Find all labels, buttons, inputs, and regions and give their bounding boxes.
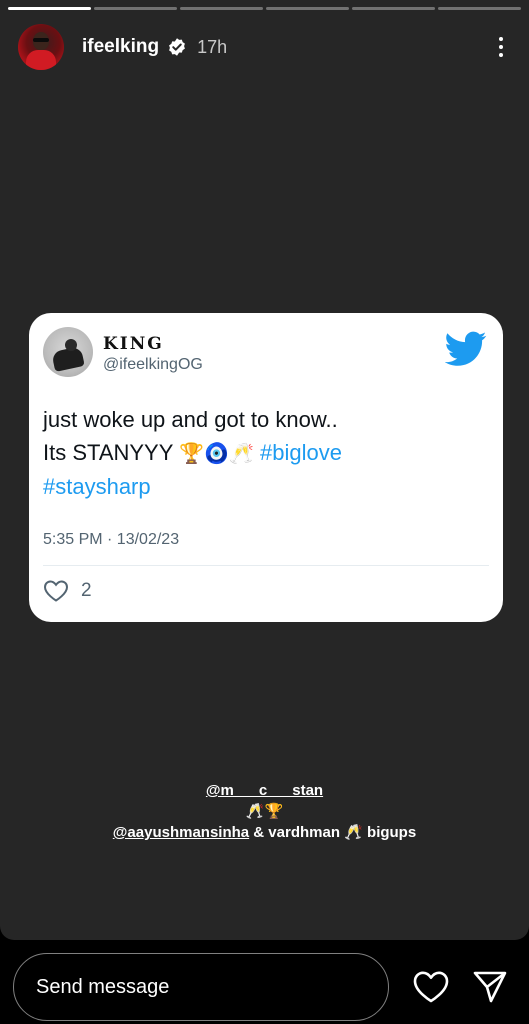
tweet-likes: 2 [43,579,92,603]
more-options-icon[interactable] [491,32,511,62]
story-caption: @m___c___stan 🥂🏆 @aayushmansinha & vardh… [0,780,529,843]
progress-segment-4 [266,7,349,10]
tweet-author-avatar [43,327,93,377]
tweet-text-line-3: #staysharp [43,470,483,503]
heart-outline-icon [43,580,69,602]
tweet-author-name: KING [103,334,164,354]
story-header: ifeelking 17h [18,22,511,72]
tweet-text-line-1: just woke up and got to know.. [43,407,338,432]
tweet-author-handle: @ifeelkingOG [103,356,203,373]
mention-mcstan[interactable]: @m___c___stan [206,782,323,799]
progress-segment-2 [94,7,177,10]
caption-emojis: 🥂🏆 [245,802,284,820]
caption-line-2-end: bigups [362,824,417,841]
caption-line-2-text: & vardhman [249,824,345,841]
story-progress-bar [8,7,521,10]
verified-badge-icon [169,38,185,56]
send-message-placeholder: Send message [36,975,170,998]
user-avatar[interactable] [18,24,64,70]
progress-segment-5 [352,7,435,10]
progress-segment-6 [438,7,521,10]
progress-segment-1 [8,7,91,10]
caption-line-2: @aayushmansinha & vardhman 🥂 bigups [0,822,529,843]
heart-icon[interactable] [412,970,450,1004]
story-timestamp: 17h [197,36,228,57]
tweet-divider [43,565,489,566]
caption-clink-emoji: 🥂 [344,823,363,841]
hashtag-biglove[interactable]: #biglove [260,440,342,465]
twitter-bird-icon [445,331,487,366]
tweet-timestamp: 5:35 PM · 13/02/23 [43,531,180,548]
story-reply-bar: Send message [0,940,529,1024]
nazar-emoji: 🧿 [204,441,229,465]
send-message-input[interactable]: Send message [13,953,389,1021]
mention-aayushmansinha[interactable]: @aayushmansinha [113,824,249,841]
send-icon[interactable] [472,970,508,1004]
hashtag-staysharp[interactable]: #staysharp [43,474,151,499]
progress-segment-3 [180,7,263,10]
tweet-text-line-2: Its STANYYY 🏆🧿🥂 #biglove [43,436,483,470]
trophy-emoji: 🏆 [179,441,205,465]
story-view[interactable]: ifeelking 17h KING @ifeelkingOG just wok… [0,0,529,940]
tweet-text-line-2-prefix: Its STANYYY [43,440,174,465]
tweet-text: just woke up and got to know.. Its STANY… [43,403,483,503]
tweet-card: KING @ifeelkingOG just woke up and got t… [29,313,503,622]
clinking-glasses-emoji: 🥂 [228,441,254,465]
tweet-likes-count: 2 [81,580,92,601]
username[interactable]: ifeelking [82,36,159,58]
